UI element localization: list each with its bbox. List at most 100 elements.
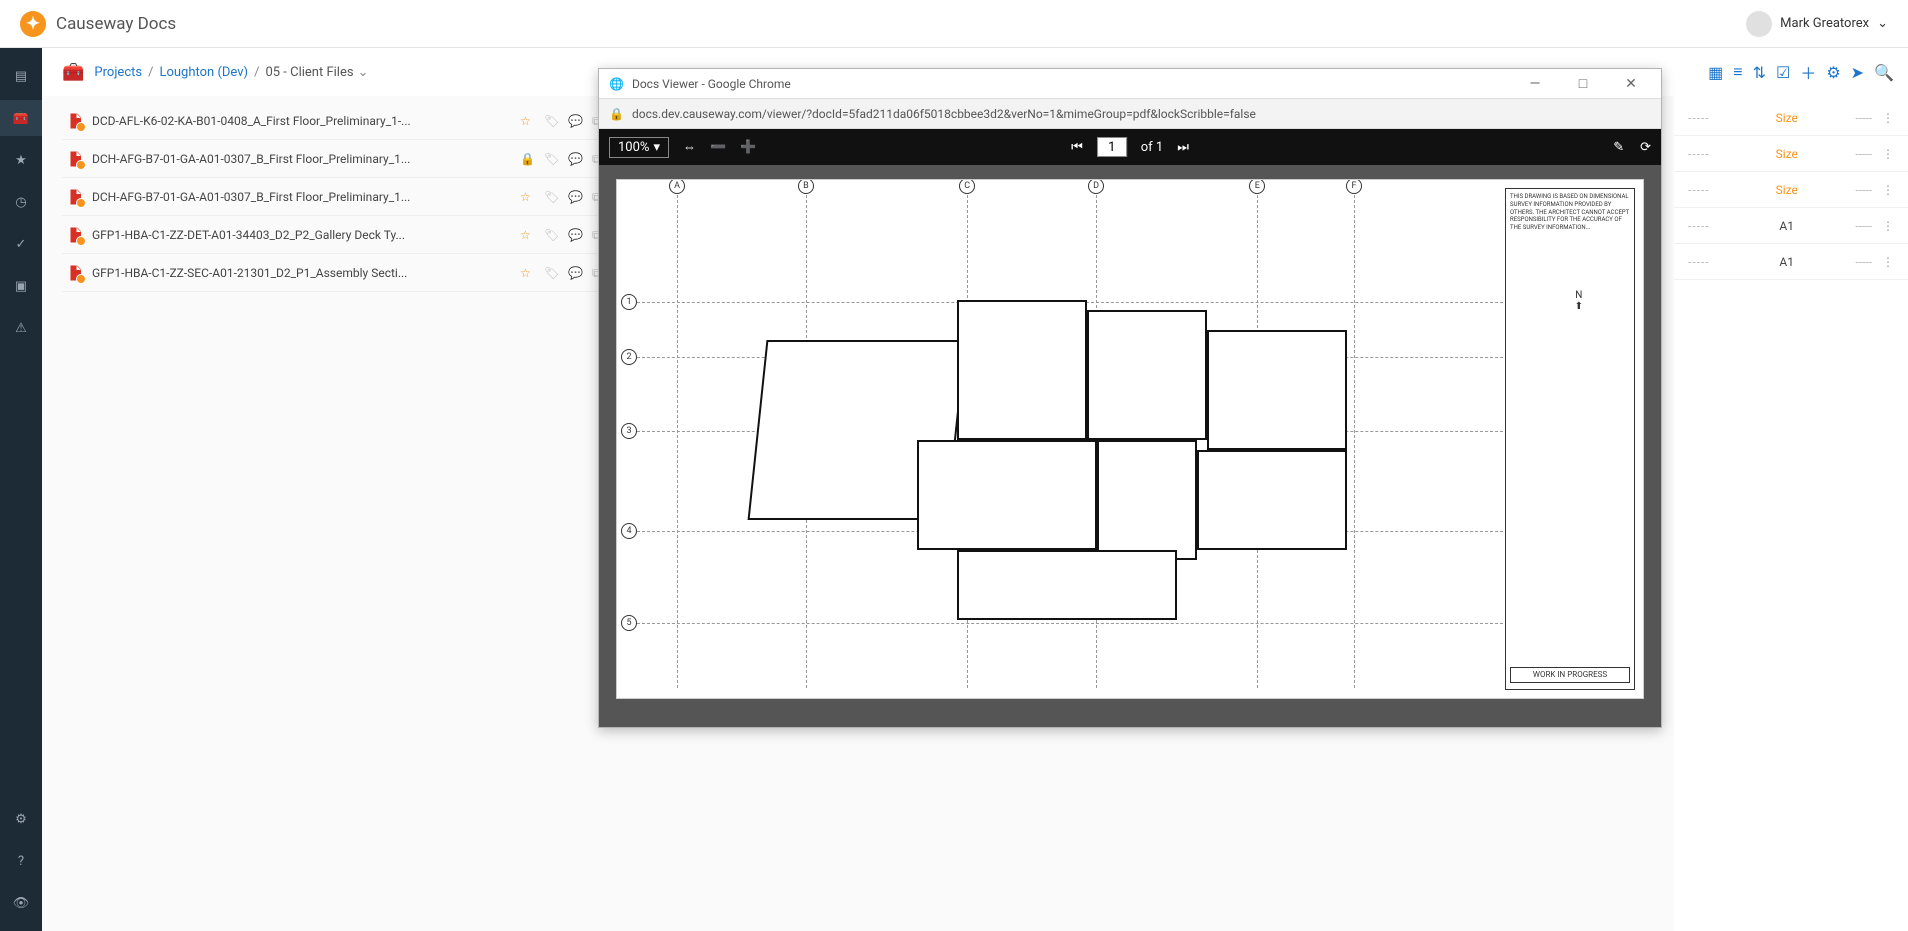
- property-row[interactable]: ----- Size ----- ⋮: [1674, 136, 1908, 172]
- placeholder-dots: -----: [1688, 219, 1718, 233]
- placeholder-dots: -----: [1855, 255, 1872, 269]
- property-row[interactable]: ----- A1 ----- ⋮: [1674, 244, 1908, 280]
- nav-item-alert[interactable]: ⚠: [0, 310, 42, 346]
- tag-icon[interactable]: 🏷: [544, 190, 558, 204]
- breadcrumb-project[interactable]: Loughton (Dev): [159, 65, 248, 80]
- columns-icon[interactable]: ▦: [1708, 63, 1723, 82]
- property-row[interactable]: ----- Size ----- ⋮: [1674, 100, 1908, 136]
- nav-item-help[interactable]: ?: [0, 843, 42, 879]
- star-icon[interactable]: ☆: [520, 228, 534, 242]
- property-value[interactable]: Size: [1728, 183, 1845, 197]
- nav-item-eye[interactable]: 👁: [0, 885, 42, 921]
- send-icon[interactable]: ➤: [1851, 63, 1864, 82]
- nav-item-briefcase[interactable]: 🧰: [0, 100, 42, 136]
- file-row[interactable]: GFP1-HBA-C1-ZZ-SEC-A01-21301_D2_P1_Assem…: [62, 254, 610, 292]
- file-name: DCD-AFL-K6-02-KA-B01-0408_A_First Floor_…: [92, 114, 512, 128]
- avatar: [1746, 11, 1772, 37]
- zoom-value: 100%: [618, 140, 649, 155]
- placeholder-dots: -----: [1688, 255, 1718, 269]
- zoom-in-icon[interactable]: ➕: [740, 140, 756, 155]
- nav-item-settings[interactable]: ⚙: [0, 801, 42, 837]
- edit-icon[interactable]: ✎: [1613, 140, 1624, 155]
- zoom-out-icon[interactable]: ➖: [710, 140, 726, 155]
- tag-icon[interactable]: 🏷: [544, 228, 558, 242]
- kebab-icon[interactable]: ⋮: [1882, 255, 1894, 269]
- placeholder-dots: -----: [1855, 183, 1872, 197]
- file-row[interactable]: DCH-AFG-B7-01-GA-A01-0307_B_First Floor_…: [62, 178, 610, 216]
- pdf-icon: [66, 112, 84, 130]
- breadcrumb-dropdown-icon[interactable]: ⌄: [358, 65, 369, 80]
- top-header: ✦ Causeway Docs Mark Greatorex ⌄: [0, 0, 1908, 48]
- kebab-icon[interactable]: ⋮: [1882, 147, 1894, 161]
- nav-item-inbox[interactable]: ▣: [0, 268, 42, 304]
- star-icon[interactable]: ☆: [520, 190, 534, 204]
- zoom-dropdown[interactable]: 100% ▾: [609, 137, 669, 158]
- property-value[interactable]: Size: [1728, 147, 1845, 161]
- tag-icon[interactable]: 🏷: [544, 152, 558, 166]
- star-icon[interactable]: ☆: [520, 266, 534, 280]
- kebab-icon[interactable]: ⋮: [1882, 183, 1894, 197]
- properties-toolbar: ▦ ≡ ⇅ ☑ ＋ ⚙ ➤ 🔍: [1674, 48, 1908, 96]
- breadcrumb-folder: 05 - Client Files: [265, 65, 353, 80]
- pdf-icon: [66, 188, 84, 206]
- kebab-icon[interactable]: ⋮: [1882, 111, 1894, 125]
- list-icon[interactable]: ≡: [1733, 62, 1742, 82]
- pdf-icon: [66, 226, 84, 244]
- comment-icon[interactable]: 💬: [568, 190, 582, 204]
- kebab-icon[interactable]: ⋮: [1882, 219, 1894, 233]
- comment-icon[interactable]: 💬: [568, 228, 582, 242]
- sort-icon[interactable]: ⇅: [1753, 63, 1766, 82]
- breadcrumb-sep: /: [148, 65, 153, 80]
- title-block: THIS DRAWING IS BASED ON DIMENSIONAL SUR…: [1505, 188, 1635, 690]
- maximize-button[interactable]: □: [1563, 75, 1603, 92]
- brand-logo-icon: ✦: [20, 11, 46, 37]
- minimize-button[interactable]: —: [1515, 76, 1555, 92]
- property-value: A1: [1728, 219, 1845, 233]
- star-icon[interactable]: ☆: [520, 114, 534, 128]
- first-page-icon[interactable]: ⏮: [1071, 140, 1083, 155]
- tag-icon[interactable]: 🏷: [544, 266, 558, 280]
- property-value[interactable]: Size: [1728, 111, 1845, 125]
- nav-item-check[interactable]: ✓: [0, 226, 42, 262]
- breadcrumb-root[interactable]: Projects: [94, 65, 142, 80]
- settings-icon[interactable]: ⚙: [1826, 63, 1840, 82]
- nav-item-clock[interactable]: ◷: [0, 184, 42, 220]
- plus-icon[interactable]: ＋: [1800, 60, 1816, 84]
- viewer-address-bar[interactable]: 🔒 docs.dev.causeway.com/viewer/?docId=5f…: [599, 99, 1661, 129]
- breadcrumb-sep: /: [254, 65, 259, 80]
- file-name: DCH-AFG-B7-01-GA-A01-0307_B_First Floor_…: [92, 152, 512, 166]
- viewer-canvas[interactable]: A B C D E F 1 2 3 4 5: [599, 165, 1661, 727]
- comment-icon[interactable]: 💬: [568, 152, 582, 166]
- close-button[interactable]: ✕: [1611, 76, 1651, 92]
- pdf-icon: [66, 264, 84, 282]
- last-page-icon[interactable]: ⏭: [1177, 140, 1189, 155]
- viewer-window-title: Docs Viewer - Google Chrome: [632, 77, 791, 91]
- nav-item-book[interactable]: ▤: [0, 58, 42, 94]
- file-row[interactable]: GFP1-HBA-C1-ZZ-DET-A01-34403_D2_P2_Galle…: [62, 216, 610, 254]
- page-of-label: of 1: [1141, 140, 1163, 155]
- file-row[interactable]: DCH-AFG-B7-01-GA-A01-0307_B_First Floor_…: [62, 140, 610, 178]
- viewer-url: docs.dev.causeway.com/viewer/?docId=5fad…: [632, 107, 1256, 121]
- chevron-down-icon: ⌄: [1877, 16, 1888, 31]
- user-menu[interactable]: Mark Greatorex ⌄: [1746, 11, 1888, 37]
- viewer-titlebar[interactable]: 🌐 Docs Viewer - Google Chrome — □ ✕: [599, 69, 1661, 99]
- tag-icon[interactable]: 🏷: [544, 114, 558, 128]
- placeholder-dots: -----: [1855, 111, 1872, 125]
- fit-width-icon[interactable]: ⇔: [683, 139, 696, 155]
- check-icon[interactable]: ☑: [1776, 63, 1790, 82]
- comment-icon[interactable]: 💬: [568, 114, 582, 128]
- chevron-down-icon: ▾: [653, 140, 660, 155]
- file-name: GFP1-HBA-C1-ZZ-DET-A01-34403_D2_P2_Galle…: [92, 228, 512, 242]
- search-icon[interactable]: 🔍: [1874, 63, 1894, 82]
- nav-item-star[interactable]: ★: [0, 142, 42, 178]
- properties-panel: ▦ ≡ ⇅ ☑ ＋ ⚙ ➤ 🔍 ----- Size ----- ⋮ -----…: [1674, 48, 1908, 931]
- page-input[interactable]: 1: [1097, 137, 1127, 157]
- lock-icon[interactable]: 🔒: [520, 152, 534, 166]
- rotate-icon[interactable]: ⟳: [1640, 140, 1651, 155]
- app-title: Causeway Docs: [56, 14, 176, 34]
- property-row[interactable]: ----- A1 ----- ⋮: [1674, 208, 1908, 244]
- comment-icon[interactable]: 💬: [568, 266, 582, 280]
- property-row[interactable]: ----- Size ----- ⋮: [1674, 172, 1908, 208]
- file-row[interactable]: DCD-AFL-K6-02-KA-B01-0408_A_First Floor_…: [62, 102, 610, 140]
- wip-label: WORK IN PROGRESS: [1510, 667, 1630, 683]
